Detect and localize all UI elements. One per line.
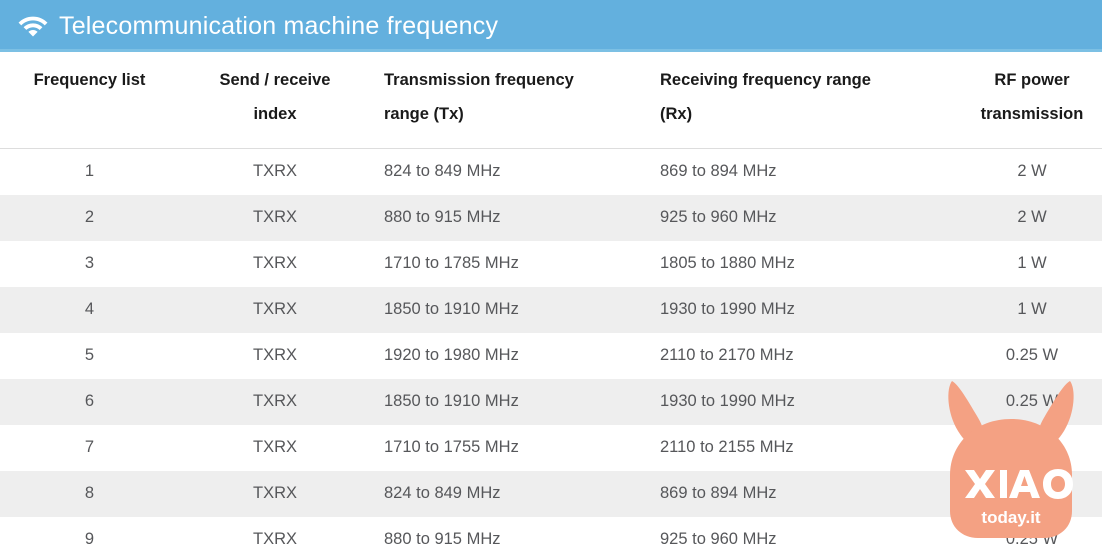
cell-tx_range: 824 to 849 MHz: [371, 470, 648, 517]
cell-frequency_list: 2: [0, 194, 179, 241]
table-body: 1 TXRX 824 to 849 MHz 869 to 894 MHz 2 W 2 TXR…: [0, 148, 1102, 551]
cell-rf_power: 0.25 W: [962, 470, 1102, 517]
column-header-line2: index: [253, 105, 297, 123]
cell-frequency_list: 8: [0, 470, 179, 517]
cell-rf_power: 0.25 W: [962, 332, 1102, 379]
cell-rf_power: 2 W: [962, 194, 1102, 241]
cell-rf_power: 2 W: [962, 148, 1102, 195]
table-header-row: Frequency list Send / receive index Tran…: [0, 52, 1102, 149]
column-header-frequency-list: Frequency list: [0, 52, 179, 149]
cell-send_receive_index: TXRX: [179, 424, 371, 471]
column-header-line2: transmission: [980, 105, 1084, 123]
table-row: 1 TXRX 824 to 849 MHz 869 to 894 MHz 2 W: [0, 148, 1102, 195]
cell-send_receive_index: TXRX: [179, 148, 371, 195]
cell-tx_range: 1850 to 1910 MHz: [371, 286, 648, 333]
cell-tx_range: 1710 to 1785 MHz: [371, 240, 648, 287]
column-header-transmission-frequency-range: Transmission frequency range (Tx): [371, 52, 648, 149]
column-header-line2: (Rx): [660, 105, 693, 123]
cell-send_receive_index: TXRX: [179, 516, 371, 551]
cell-tx_range: 1710 to 1755 MHz: [371, 424, 648, 471]
table-row: 5 TXRX 1920 to 1980 MHz 2110 to 2170 MHz 0.2…: [0, 332, 1102, 379]
page-title: Telecommunication machine frequency: [59, 11, 499, 40]
column-header-send-receive-index: Send / receive index: [179, 52, 371, 149]
cell-frequency_list: 5: [0, 332, 179, 379]
table-row: 6 TXRX 1850 to 1910 MHz 1930 to 1990 MHz 0.2…: [0, 378, 1102, 425]
column-header-line1: Frequency list: [33, 71, 146, 89]
cell-send_receive_index: TXRX: [179, 470, 371, 517]
column-header-line1: Send / receive: [219, 71, 331, 89]
column-header-rf-power-transmission: RF power transmission: [962, 52, 1102, 149]
cell-send_receive_index: TXRX: [179, 240, 371, 287]
column-header-receiving-frequency-range: Receiving frequency range (Rx): [648, 52, 962, 149]
table-row: 8 TXRX 824 to 849 MHz 869 to 894 MHz 0.25 W: [0, 470, 1102, 517]
cell-tx_range: 880 to 915 MHz: [371, 516, 648, 551]
cell-rx_range: 869 to 894 MHz: [648, 470, 962, 517]
table-row: 4 TXRX 1850 to 1910 MHz 1930 to 1990 MHz 1 W: [0, 286, 1102, 333]
frequency-table: Frequency list Send / receive index Tran…: [0, 52, 1102, 551]
cell-frequency_list: 1: [0, 148, 179, 195]
table-row: 7 TXRX 1710 to 1755 MHz 2110 to 2155 MHz 0.2…: [0, 424, 1102, 471]
cell-rf_power: 0.25 W: [962, 424, 1102, 471]
cell-send_receive_index: TXRX: [179, 378, 371, 425]
cell-tx_range: 824 to 849 MHz: [371, 148, 648, 195]
cell-frequency_list: 3: [0, 240, 179, 287]
cell-rx_range: 1805 to 1880 MHz: [648, 240, 962, 287]
page-header: Telecommunication machine frequency: [0, 0, 1102, 52]
column-header-line2: range (Tx): [384, 105, 464, 123]
table-row: 3 TXRX 1710 to 1785 MHz 1805 to 1880 MHz 1 W: [0, 240, 1102, 287]
screenshot-root: Telecommunication machine frequency Freq…: [0, 0, 1102, 551]
cell-rf_power: 0.25 W: [962, 516, 1102, 551]
column-header-line1: Receiving frequency range: [660, 71, 871, 89]
table-row: 9 TXRX 880 to 915 MHz 925 to 960 MHz 0.25 W: [0, 516, 1102, 551]
cell-rx_range: 2110 to 2155 MHz: [648, 424, 962, 471]
table-row: 2 TXRX 880 to 915 MHz 925 to 960 MHz 2 W: [0, 194, 1102, 241]
cell-tx_range: 1920 to 1980 MHz: [371, 332, 648, 379]
cell-frequency_list: 9: [0, 516, 179, 551]
cell-send_receive_index: TXRX: [179, 286, 371, 333]
column-header-line1: RF power: [994, 71, 1070, 89]
cell-rx_range: 925 to 960 MHz: [648, 516, 962, 551]
cell-send_receive_index: TXRX: [179, 332, 371, 379]
cell-rf_power: 1 W: [962, 286, 1102, 333]
table-head: Frequency list Send / receive index Tran…: [0, 52, 1102, 149]
cell-rx_range: 869 to 894 MHz: [648, 148, 962, 195]
cell-rf_power: 1 W: [962, 240, 1102, 287]
cell-tx_range: 1850 to 1910 MHz: [371, 378, 648, 425]
cell-rx_range: 1930 to 1990 MHz: [648, 286, 962, 333]
cell-frequency_list: 4: [0, 286, 179, 333]
cell-frequency_list: 6: [0, 378, 179, 425]
cell-rx_range: 925 to 960 MHz: [648, 194, 962, 241]
cell-send_receive_index: TXRX: [179, 194, 371, 241]
wifi-icon: [18, 16, 48, 37]
cell-rx_range: 2110 to 2170 MHz: [648, 332, 962, 379]
cell-frequency_list: 7: [0, 424, 179, 471]
cell-tx_range: 880 to 915 MHz: [371, 194, 648, 241]
cell-rx_range: 1930 to 1990 MHz: [648, 378, 962, 425]
column-header-line1: Transmission frequency: [384, 71, 574, 89]
cell-rf_power: 0.25 W: [962, 378, 1102, 425]
